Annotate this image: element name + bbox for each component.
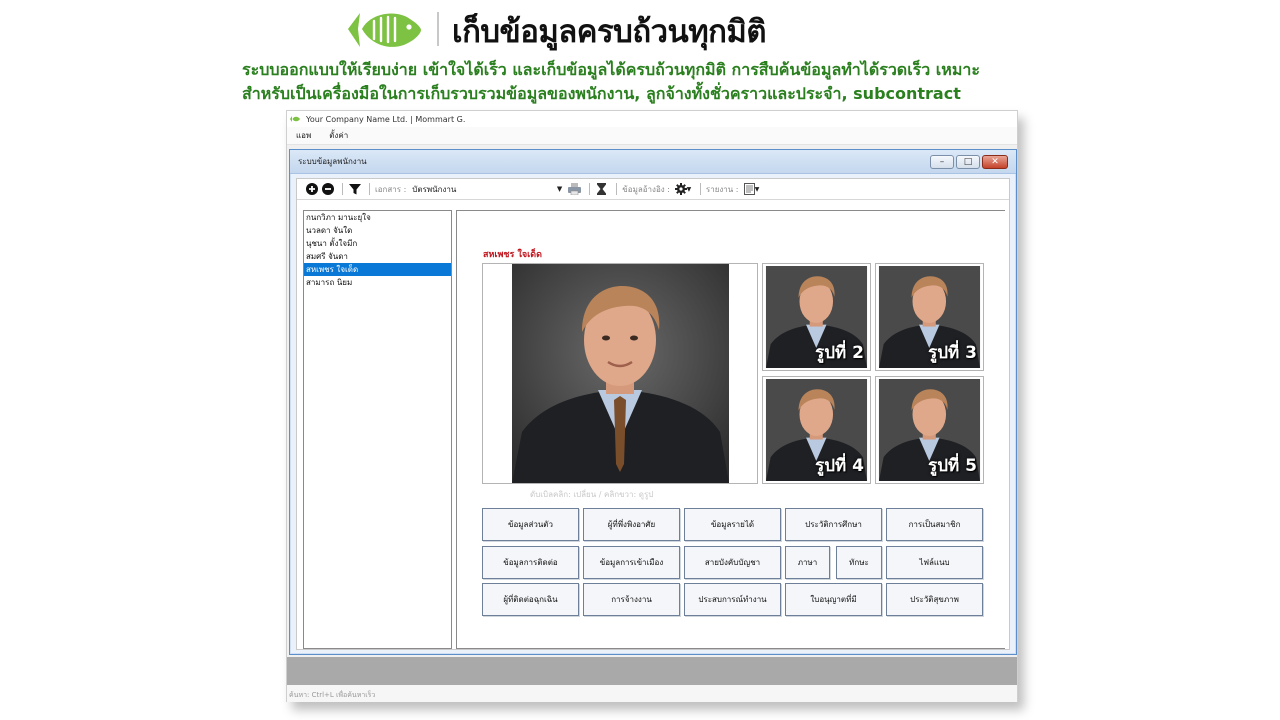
employment-button[interactable]: การจ้างงาน [583,583,680,616]
thumbnail-label: รูปที่ 5 [928,456,977,476]
toolbar-separator [369,183,370,195]
toolbar-separator [342,183,343,195]
thumbnail-label: รูปที่ 4 [815,456,864,476]
photo-hint: ดับเบิลคลิก: เปลี่ยน / คลิกขวา: ดูรูป [530,490,654,499]
document-select-value: บัตรพนักงาน [412,184,457,194]
education-button[interactable]: ประวัติการศึกษา [785,508,882,541]
filter-icon[interactable] [348,183,361,196]
employee-window-titlebar: ระบบข้อมูลพนักงาน – □ ✕ [290,150,1016,174]
fish-logo-icon [348,13,421,47]
app-window: Your Company Name Ltd. | Mommart G. แอพ … [286,110,1018,702]
employee-list-item[interactable]: กนกวิภา มานะยุใจ [304,211,451,224]
thumbnail-5[interactable]: รูปที่ 5 [875,376,984,484]
report-label: รายงาน : [705,184,739,194]
close-button[interactable]: ✕ [982,155,1008,169]
hero-desc-line-1: ระบบออกแบบให้เรียบง่าย เข้าใจได้เร็ว และ… [242,60,980,79]
title-divider [437,12,439,46]
document-label: เอกสาร : [375,184,407,194]
minimize-button[interactable]: – [930,155,954,169]
contact-info-button[interactable]: ข้อมูลการติดต่อ [482,546,579,579]
employee-list-item[interactable]: สมศรี จันดา [304,250,451,263]
status-bar: ค้นหา: Ctrl+L เพื่อค้นหาเร็ว [287,685,1017,702]
employee-window: ระบบข้อมูลพนักงาน – □ ✕ เอกสาร: บัตรพนั… [289,149,1017,655]
thumbnail-2[interactable]: รูปที่ 2 [762,263,871,371]
entry-info-button[interactable]: ข้อมูลการเข้าเมือง [583,546,680,579]
hero-header: เก็บข้อมูลครบถ้วนทุกมิติ ระบบออกแบบให้เร… [0,0,1280,108]
licenses-button[interactable]: ใบอนุญาตที่มี [785,583,882,616]
hero-title: เก็บข้อมูลครบถ้วนทุกมิติ [452,14,767,50]
app-window-title: Your Company Name Ltd. | Mommart G. [306,114,466,124]
employee-list-item[interactable]: สามารถ นิยม [304,276,451,289]
skill-button[interactable]: ทักษะ [836,546,882,579]
employee-name-heading: สหเพชร ใจเด็ด [483,250,542,260]
hourglass-icon[interactable] [595,183,608,196]
employee-list-item[interactable]: นุชนา ตั้งใจมีก [304,237,451,250]
attachments-button[interactable]: ไฟล์แนบ [886,546,983,579]
toolbar: เอกสาร : บัตรพนักงาน ▼ ข้อมูลอ้างอิง : ▼ [297,179,1009,200]
maximize-button[interactable]: □ [956,155,980,169]
membership-button[interactable]: การเป็นสมาชิก [886,508,983,541]
add-icon[interactable] [305,183,318,196]
menu-item-app[interactable]: แอพ [287,129,320,142]
hero-desc-line-2: สำหรับเป็นเครื่องมือในการเก็บรวบรวมข้อมู… [242,84,961,103]
employee-detail-panel: สหเพชร ใจเด็ด ดับเบิลคลิก: เปลี่ยน / คลิ… [456,210,1005,649]
window-controls: – □ ✕ [930,155,1008,169]
dependents-button[interactable]: ผู้ที่พึ่งพิงอาศัย [583,508,680,541]
main-photo[interactable] [482,263,758,484]
document-select[interactable]: บัตรพนักงาน ▼ [412,183,564,196]
print-icon[interactable] [568,183,582,196]
reference-label: ข้อมูลอ้างอิง : [622,184,670,194]
thumbnail-label: รูปที่ 2 [815,343,864,363]
employee-list[interactable]: กนกวิภา มานะยุใจ นวลดา จันใด นุชนา ตั้งใจม… [303,210,452,649]
employee-window-title: ระบบข้อมูลพนักงาน [298,157,367,166]
chain-of-command-button[interactable]: สายบังคับบัญชา [684,546,781,579]
status-strip [287,657,1017,685]
app-fish-icon [290,116,300,122]
employee-list-item[interactable]: สหเพชร ใจเด็ด [304,263,451,276]
personal-info-button[interactable]: ข้อมูลส่วนตัว [482,508,579,541]
employee-list-item[interactable]: นวลดา จันใด [304,224,451,237]
app-titlebar: Your Company Name Ltd. | Mommart G. [287,111,1017,127]
toolbar-separator [616,183,618,195]
remove-icon[interactable] [321,183,334,196]
thumbnail-4[interactable]: รูปที่ 4 [762,376,871,484]
thumbnail-label: รูปที่ 3 [928,343,977,363]
gear-icon[interactable]: ▼ [674,183,692,196]
language-button[interactable]: ภาษา [785,546,830,579]
employee-portrait [512,264,729,483]
toolbar-separator [589,183,591,195]
chevron-down-icon: ▼ [556,185,563,193]
toolbar-separator [699,183,701,195]
hero-description: ระบบออกแบบให้เรียบง่าย เข้าใจได้เร็ว และ… [242,58,1042,106]
report-icon[interactable]: ▼ [743,183,761,196]
menu-bar: แอพ ตั้งค่า [287,127,1017,145]
health-history-button[interactable]: ประวัติสุขภาพ [886,583,983,616]
thumbnail-3[interactable]: รูปที่ 3 [875,263,984,371]
work-experience-button[interactable]: ประสบการณ์ทำงาน [684,583,781,616]
menu-item-settings[interactable]: ตั้งค่า [320,129,357,142]
employee-window-body: เอกสาร : บัตรพนักงาน ▼ ข้อมูลอ้างอิง : ▼ [296,178,1010,650]
income-button[interactable]: ข้อมูลรายได้ [684,508,781,541]
emergency-contact-button[interactable]: ผู้ที่ติดต่อฉุกเฉิน [482,583,579,616]
